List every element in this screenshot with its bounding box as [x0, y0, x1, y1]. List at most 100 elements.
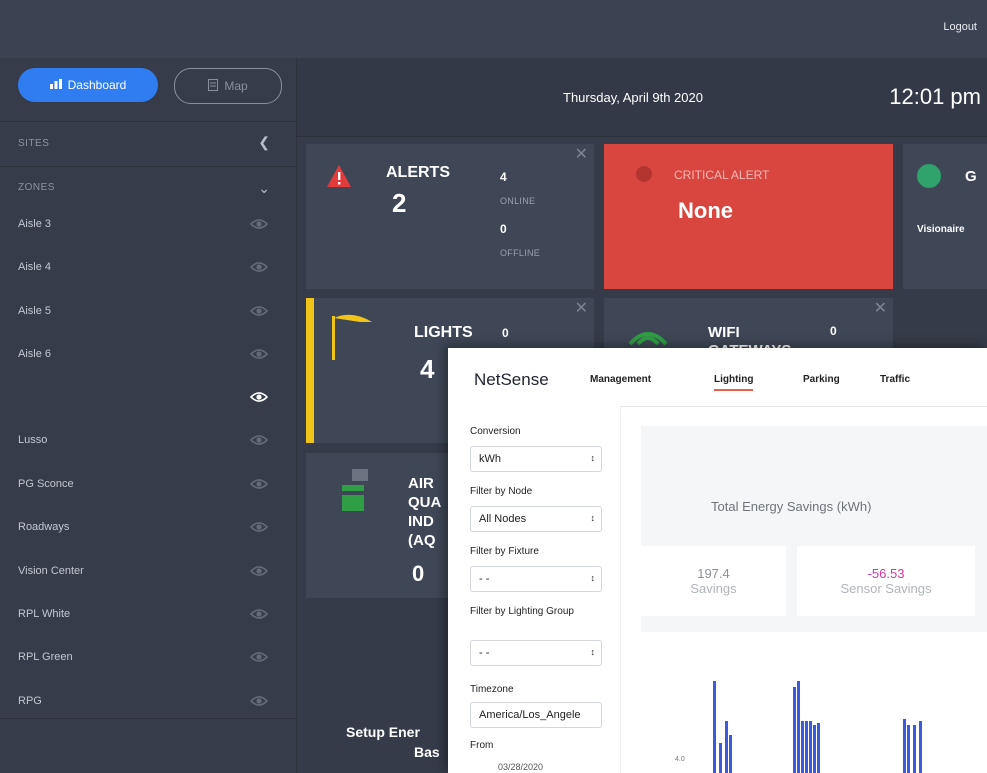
- zone-item[interactable]: [18, 391, 280, 411]
- critical-alert-card[interactable]: CRITICAL ALERT None: [604, 144, 893, 289]
- eye-icon[interactable]: [250, 608, 268, 620]
- gateway-card[interactable]: G Visionaire: [903, 144, 987, 289]
- chart-bar: [913, 725, 916, 773]
- close-icon[interactable]: ✕: [575, 298, 588, 318]
- timezone-input[interactable]: America/Los_Angele: [470, 702, 602, 728]
- setup-title-line2: Bas: [414, 744, 440, 760]
- chart-bar: [719, 743, 722, 773]
- chart-icon: [49, 78, 62, 92]
- conversion-select[interactable]: kWh ↕: [470, 446, 602, 472]
- logout-link[interactable]: Logout: [943, 21, 977, 33]
- close-icon[interactable]: ✕: [874, 298, 887, 318]
- sensor-savings-label: Sensor Savings: [840, 581, 932, 596]
- zone-item[interactable]: Vision Center: [18, 565, 280, 585]
- eye-icon[interactable]: [250, 695, 268, 707]
- nav-parking[interactable]: Parking: [803, 374, 840, 385]
- zone-label: Lusso: [18, 434, 48, 446]
- timezone-label: Timezone: [470, 684, 514, 695]
- zone-item[interactable]: PG Sconce: [18, 478, 280, 498]
- setup-title-line1: Setup Ener: [346, 724, 420, 740]
- lights-title: LIGHTS: [414, 324, 473, 341]
- zone-item[interactable]: RPL Green: [18, 651, 280, 671]
- sensor-savings-stat-card: -56.53 Sensor Savings: [797, 546, 975, 616]
- wifi-icon: [628, 324, 668, 351]
- eye-icon[interactable]: [250, 521, 268, 533]
- zone-item[interactable]: Aisle 3: [18, 218, 280, 238]
- fixture-filter-label: Filter by Fixture: [470, 546, 539, 557]
- chart-bar: [801, 721, 804, 773]
- zone-item[interactable]: Lusso: [18, 434, 280, 454]
- lighting-group-select[interactable]: - - ↕: [470, 640, 602, 666]
- map-button[interactable]: Map: [174, 68, 282, 104]
- alerts-title: ALERTS: [386, 164, 450, 181]
- zone-item[interactable]: RPG: [18, 695, 280, 715]
- eye-icon[interactable]: [250, 651, 268, 663]
- dashboard-label: Dashboard: [67, 78, 127, 92]
- zone-item[interactable]: RPL White: [18, 608, 280, 628]
- zone-item[interactable]: Roadways: [18, 521, 280, 541]
- eye-icon[interactable]: [250, 305, 268, 317]
- sites-header[interactable]: SITES ❮: [0, 121, 296, 167]
- eye-icon[interactable]: [250, 261, 268, 273]
- select-arrows-icon: ↕: [590, 647, 596, 657]
- dashboard-button[interactable]: Dashboard: [18, 68, 158, 102]
- eye-icon[interactable]: [250, 565, 268, 577]
- zone-label: Aisle 4: [18, 261, 52, 273]
- fixture-filter-select[interactable]: - - ↕: [470, 566, 602, 592]
- chart-bar: [919, 721, 922, 773]
- zone-item[interactable]: Aisle 6: [18, 348, 280, 368]
- zone-label: RPL Green: [18, 651, 73, 663]
- current-time: 12:01 pm: [889, 84, 981, 109]
- chevron-down-icon[interactable]: ⌄: [258, 180, 270, 197]
- current-date: Thursday, April 9th 2020: [563, 90, 703, 105]
- aqi-value: 0: [412, 561, 425, 586]
- nav-traffic[interactable]: Traffic: [880, 374, 910, 385]
- nav-lighting[interactable]: Lighting: [714, 374, 754, 391]
- netsense-brand[interactable]: NetSense: [474, 370, 549, 390]
- eye-icon[interactable]: [250, 434, 268, 446]
- close-icon[interactable]: ✕: [575, 144, 588, 164]
- conversion-value: kWh: [479, 453, 501, 465]
- chart-bar: [809, 721, 812, 773]
- chart-bar: [907, 725, 910, 773]
- axis-tick-label: 4.0: [675, 756, 685, 763]
- zone-label: Roadways: [18, 521, 70, 533]
- alerts-count: 2: [392, 188, 407, 218]
- divider: [0, 718, 296, 719]
- chart-bar: [805, 721, 808, 773]
- map-icon: [208, 78, 219, 94]
- wifi-title: WIFI: [708, 324, 740, 341]
- lights-count: 4: [420, 354, 435, 384]
- online-label: ONLINE: [500, 196, 536, 206]
- eye-icon[interactable]: [250, 348, 268, 360]
- wifi-count: 0: [830, 324, 837, 338]
- chart-bar: [793, 687, 796, 773]
- eye-icon[interactable]: [250, 218, 268, 230]
- gateway-icon: [917, 164, 941, 188]
- aqi-title-line4: (AQ: [408, 532, 436, 549]
- eye-icon[interactable]: [250, 478, 268, 490]
- air-sensor-icon: [336, 469, 376, 522]
- warning-icon: [326, 164, 352, 193]
- chart-bar: [713, 681, 716, 773]
- top-bar: Logout: [0, 0, 987, 58]
- chart-bar: [903, 719, 906, 773]
- node-filter-select[interactable]: All Nodes ↕: [470, 506, 602, 532]
- from-date-value[interactable]: 03/28/2020: [498, 762, 543, 772]
- zone-label: RPG: [18, 695, 42, 707]
- sensor-savings-value: -56.53: [867, 566, 905, 581]
- chart-bar: [797, 681, 800, 773]
- sites-label: SITES: [18, 138, 50, 149]
- zone-label: RPL White: [18, 608, 71, 620]
- chart-bar: [817, 723, 820, 773]
- street-light-icon: [330, 312, 374, 367]
- zones-header[interactable]: ZONES ⌄: [0, 176, 296, 196]
- nav-management[interactable]: Management: [590, 374, 651, 385]
- zone-label: Aisle 6: [18, 348, 52, 360]
- zone-item[interactable]: Aisle 5: [18, 305, 280, 325]
- eye-icon[interactable]: [250, 391, 268, 403]
- energy-savings-panel: Total Energy Savings (kWh) 197.4 Savings…: [641, 426, 987, 773]
- chevron-left-icon[interactable]: ❮: [258, 134, 270, 151]
- alerts-card[interactable]: ✕ ALERTS 2 4 ONLINE 0 OFFLINE: [306, 144, 594, 289]
- zone-item[interactable]: Aisle 4: [18, 261, 280, 281]
